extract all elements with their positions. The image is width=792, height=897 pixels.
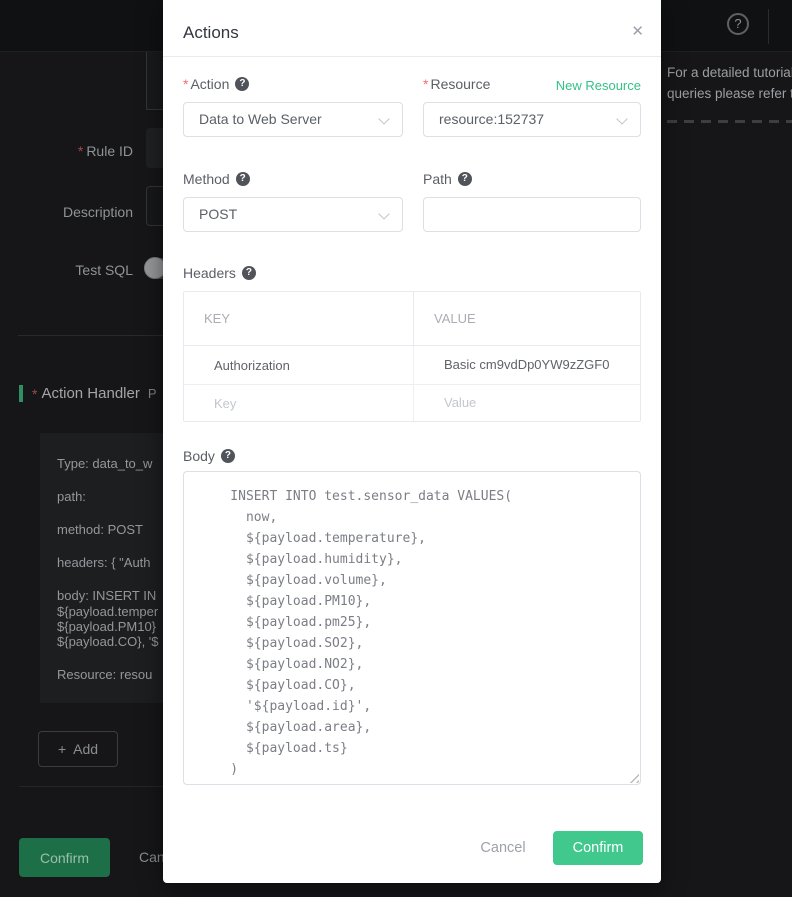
- tutorial-note: For a detailed tutorial queries please r…: [667, 62, 792, 104]
- help-icon[interactable]: ?: [236, 172, 250, 186]
- code-line: ${payload.CO}, '$: [57, 634, 159, 649]
- table-row: Key Value: [184, 385, 640, 421]
- chevron-down-icon: [378, 208, 389, 219]
- help-icon[interactable]: ?: [242, 266, 256, 280]
- modal-header: Actions ✕: [163, 0, 661, 57]
- topbar-divider: [768, 9, 769, 44]
- headers-table: KEY VALUE Authorization Basic cm9vdDp0YW…: [183, 291, 641, 422]
- required-mark: *: [423, 76, 428, 92]
- new-resource-link[interactable]: New Resource: [556, 78, 641, 93]
- description-label: Description: [0, 204, 133, 220]
- rule-confirm-button[interactable]: Confirm: [19, 838, 110, 877]
- tutorial-line-2: queries please refer to: [667, 83, 792, 104]
- resource-label: *Resource: [423, 76, 490, 92]
- actions-modal: Actions ✕ *Action ? *Resource New Resour…: [163, 0, 661, 883]
- method-label: Method ?: [183, 171, 250, 187]
- test-sql-label: Test SQL: [0, 262, 133, 278]
- table-row: Authorization Basic cm9vdDp0YW9zZGF0: [184, 346, 640, 385]
- value-column-header: VALUE: [434, 311, 476, 326]
- footer-divider: [19, 786, 163, 787]
- add-action-button[interactable]: + Add: [38, 731, 118, 767]
- green-bar: [19, 385, 23, 402]
- required-mark: *: [32, 386, 37, 402]
- code-line: method: POST: [57, 522, 143, 537]
- key-column-header: KEY: [204, 311, 230, 326]
- resource-select[interactable]: resource:152737: [423, 102, 641, 137]
- plus-icon: +: [58, 741, 66, 757]
- code-line: body: INSERT IN: [57, 588, 156, 603]
- dashed-divider: [667, 120, 792, 123]
- body-textarea[interactable]: INSERT INTO test.sensor_data VALUES( now…: [183, 471, 641, 785]
- body-label: Body ?: [183, 448, 235, 464]
- modal-title: Actions: [183, 23, 239, 43]
- code-line: Type: data_to_w: [57, 456, 152, 471]
- section-divider: [18, 335, 163, 336]
- help-icon[interactable]: ?: [727, 13, 749, 35]
- help-icon[interactable]: ?: [458, 172, 472, 186]
- method-select[interactable]: POST: [183, 197, 403, 232]
- path-label: Path ?: [423, 171, 472, 187]
- chevron-down-icon: [616, 113, 627, 124]
- code-line: ${payload.PM10}: [57, 619, 156, 634]
- required-mark: *: [78, 143, 83, 159]
- action-handler-label: Action Handler: [41, 385, 139, 402]
- action-label: *Action ?: [183, 76, 249, 92]
- action-handler-hint: P: [148, 386, 157, 401]
- code-line: Resource: resou: [57, 667, 152, 682]
- close-icon[interactable]: ✕: [631, 24, 644, 39]
- help-icon[interactable]: ?: [235, 77, 249, 91]
- tutorial-line-1: For a detailed tutorial: [667, 62, 792, 83]
- confirm-button[interactable]: Confirm: [553, 831, 643, 865]
- header-value-field-placeholder[interactable]: Value: [444, 395, 476, 410]
- action-handler-heading: * Action Handler P: [19, 385, 157, 402]
- required-mark: *: [183, 76, 188, 92]
- action-select[interactable]: Data to Web Server: [183, 102, 403, 137]
- rule-id-label: *Rule ID: [0, 143, 133, 159]
- action-summary-panel: Type: data_to_w path: method: POST heade…: [40, 433, 163, 703]
- cancel-button[interactable]: Cancel: [470, 838, 536, 858]
- header-value-field[interactable]: Basic cm9vdDp0YW9zZGF0: [444, 357, 609, 372]
- help-icon[interactable]: ?: [221, 449, 235, 463]
- headers-table-head: KEY VALUE: [184, 292, 640, 346]
- headers-label: Headers ?: [183, 265, 256, 281]
- header-key-field[interactable]: Authorization: [214, 358, 290, 373]
- page: ? For a detailed tutorial queries please…: [0, 0, 792, 897]
- code-line: path:: [57, 489, 86, 504]
- path-input[interactable]: [423, 197, 641, 232]
- code-line: ${payload.temper: [57, 604, 158, 619]
- code-line: headers: { "Auth: [57, 555, 151, 570]
- header-key-field-placeholder[interactable]: Key: [214, 396, 236, 411]
- chevron-down-icon: [378, 113, 389, 124]
